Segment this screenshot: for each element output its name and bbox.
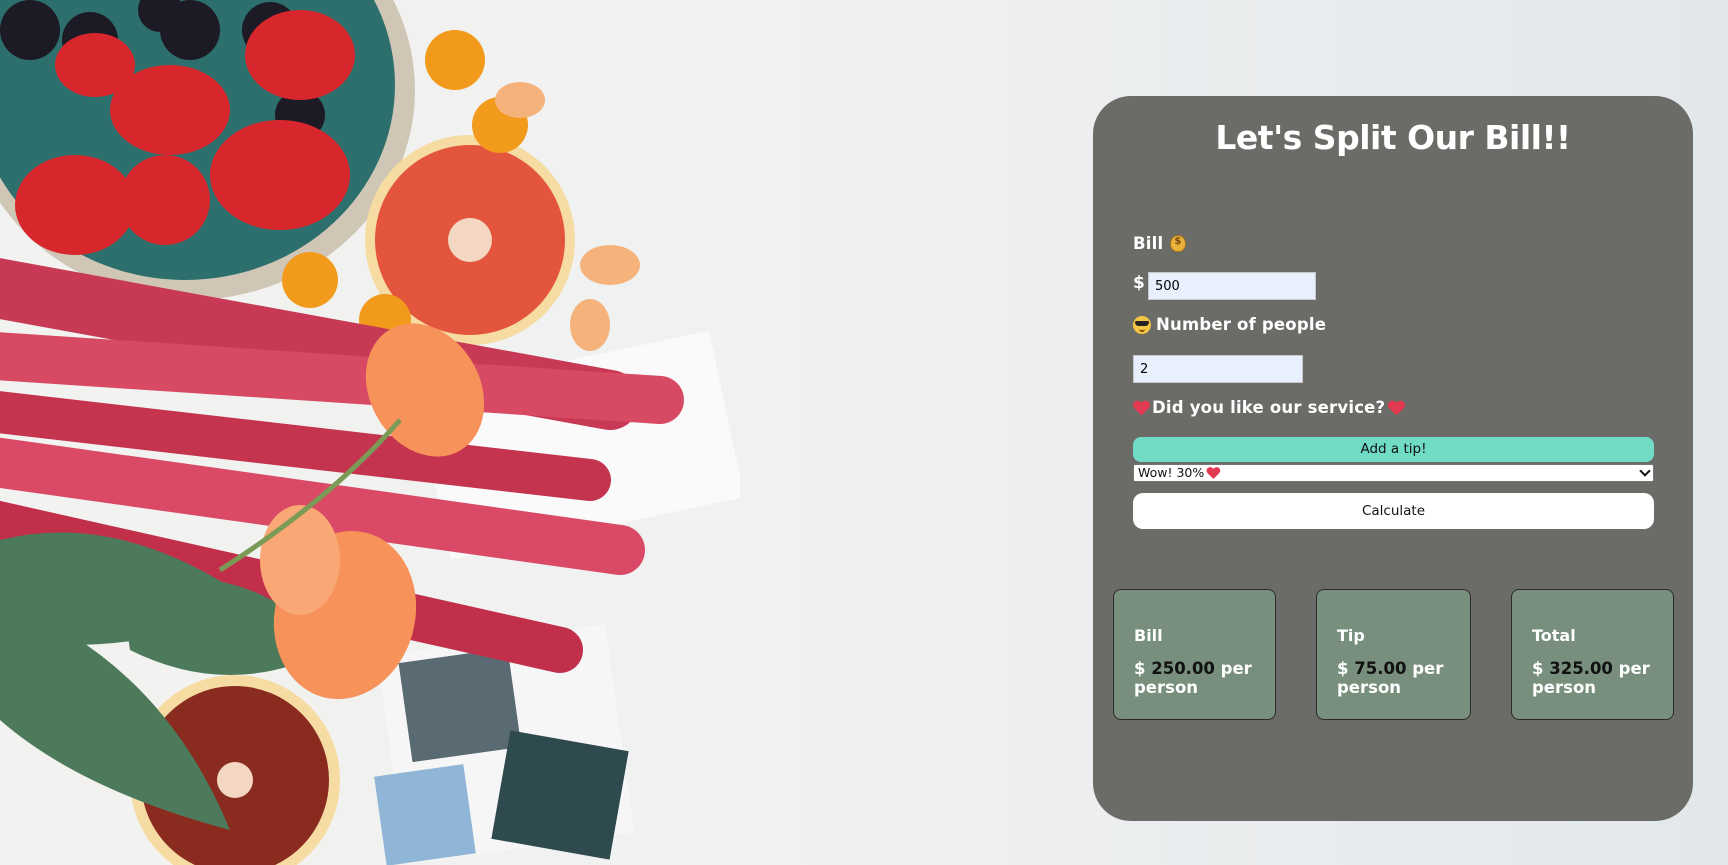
result-title: Tip — [1337, 626, 1365, 645]
bill-result-box: Bill $ 250.00 per person — [1113, 589, 1276, 720]
tip-select[interactable]: Wow! 30% — [1133, 464, 1654, 482]
bill-input[interactable]: 500 — [1148, 272, 1316, 300]
result-amount: 250.00 — [1151, 659, 1215, 678]
result-value: $ 250.00 per person — [1134, 659, 1252, 697]
currency-symbol: $ — [1133, 273, 1145, 293]
calculate-button[interactable]: Calculate — [1133, 493, 1654, 529]
money-bag-icon — [1170, 235, 1187, 252]
sunglasses-face-icon — [1133, 315, 1151, 334]
food-background-image — [0, 0, 740, 865]
result-amount: 75.00 — [1354, 659, 1407, 678]
chevron-down-icon — [1639, 465, 1651, 477]
total-result-box: Total $ 325.00 per person — [1511, 589, 1674, 720]
result-value: $ 75.00 per person — [1337, 659, 1444, 697]
people-input[interactable]: 2 — [1133, 355, 1303, 383]
page-title: Let's Split Our Bill!! — [1215, 118, 1571, 157]
result-title: Total — [1532, 626, 1576, 645]
people-label: Number of people — [1133, 315, 1326, 334]
heart-icon — [1133, 400, 1149, 416]
add-tip-button[interactable]: Add a tip! — [1133, 437, 1654, 462]
result-title: Bill — [1134, 626, 1163, 645]
tip-select-value: Wow! 30% — [1138, 465, 1205, 480]
heart-icon — [1207, 467, 1220, 480]
service-question: Did you like our service? — [1133, 398, 1404, 417]
result-value: $ 325.00 per person — [1532, 659, 1650, 697]
bill-label: Bill — [1133, 234, 1187, 253]
result-amount: 325.00 — [1549, 659, 1613, 678]
bill-split-card: Let's Split Our Bill!! Bill $ 500 Number… — [1093, 96, 1693, 821]
heart-icon — [1388, 400, 1404, 416]
tip-result-box: Tip $ 75.00 per person — [1316, 589, 1471, 720]
